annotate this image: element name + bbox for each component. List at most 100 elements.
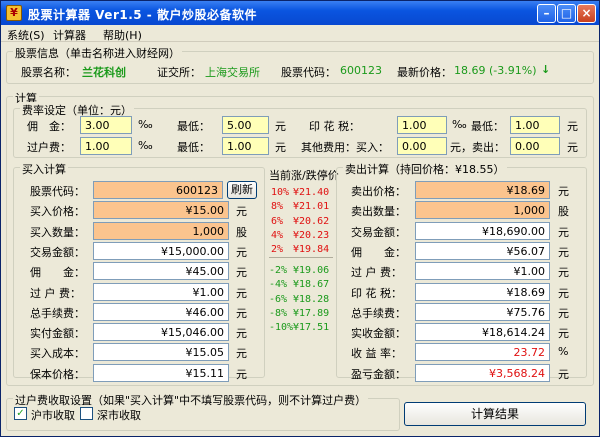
stock-code-value: 600123 [340, 64, 382, 77]
limit-down-price: ¥18.28 [293, 293, 330, 305]
buy-row-label: 实付金额： [30, 327, 85, 341]
buy-input[interactable]: ¥15.00 [93, 201, 229, 220]
stamp-duty-input[interactable]: 1.00 [397, 116, 447, 134]
buy-row-unit: 元 [236, 327, 247, 341]
sell-row-unit: 股 [558, 205, 569, 219]
other-fee-buy-input[interactable]: 0.00 [397, 137, 447, 155]
sell-input[interactable]: 1,000 [415, 201, 550, 220]
sell-value: ¥3,568.24 [415, 363, 550, 382]
sell-row-unit: % [558, 345, 569, 359]
sell-row-label: 收 益 率： [351, 347, 402, 361]
app-icon: ¥ [6, 5, 22, 21]
limit-down-pct: -8% [269, 307, 288, 319]
buy-row-unit: 股 [236, 225, 247, 239]
transfer-fee-label: 过户费： [27, 141, 71, 154]
sell-row-unit: 元 [558, 225, 569, 239]
buy-row-label: 保本价格： [30, 367, 85, 381]
limit-up-pct: 2% [271, 244, 284, 256]
transfer-min-unit: 元 [275, 141, 286, 154]
minimize-button[interactable]: – [537, 4, 556, 23]
limit-divider [269, 257, 333, 258]
sh-market-label: 沪市收取 [31, 409, 75, 422]
buy-value: ¥1.00 [93, 282, 229, 301]
transfer-setting-label: 过户费收取设置（如果"买入计算"中不填写股票代码，则不计算过户费） [13, 392, 369, 408]
exchange-label: 证交所： [157, 66, 201, 79]
sell-row-unit: 元 [558, 266, 569, 280]
stamp-duty-unit: ‰ [452, 118, 467, 131]
other-fee-sell-label: 元，卖出： [450, 141, 505, 154]
stock-name-link[interactable]: 兰花科创 [82, 64, 126, 80]
sell-row-label: 盈亏金额： [351, 367, 406, 381]
buy-row-unit: 元 [236, 245, 247, 259]
limit-down-pct: -10% [269, 322, 294, 334]
latest-price-label: 最新价格： [397, 66, 452, 79]
sz-market-checkbox[interactable] [80, 407, 93, 420]
calculate-button[interactable]: 计算结果 [404, 402, 586, 426]
sell-row-unit: 元 [558, 367, 569, 381]
limit-up-pct: 8% [271, 201, 284, 213]
sell-row-label: 印 花 税： [351, 286, 402, 300]
buy-calc-label: 买入计算 [20, 161, 68, 177]
sell-value: ¥18,614.24 [415, 323, 550, 342]
menu-help[interactable]: 帮助(H) [103, 27, 142, 43]
stamp-min-input[interactable]: 1.00 [510, 116, 560, 134]
limit-up-pct: 6% [271, 215, 284, 227]
other-fee-sell-unit: 元 [567, 141, 578, 154]
limit-up-price: ¥20.23 [293, 229, 330, 241]
sell-value: ¥18,690.00 [415, 221, 550, 240]
limit-up-price: ¥19.84 [293, 244, 330, 256]
buy-value: ¥15,000.00 [93, 241, 229, 260]
limit-down-pct: -4% [269, 279, 288, 291]
limit-down-price: ¥17.51 [293, 322, 330, 334]
stamp-min-label: 最低： [471, 120, 504, 133]
commission-min-input[interactable]: 5.00 [222, 116, 269, 134]
sell-row-label: 过 户 费： [351, 266, 402, 280]
sell-value: ¥56.07 [415, 241, 550, 260]
transfer-fee-unit: ‰ [138, 139, 153, 152]
sell-row-label: 交易金额： [351, 225, 406, 239]
exchange-value: 上海交易所 [205, 66, 260, 79]
limit-down-pct: -6% [269, 293, 288, 305]
refresh-button[interactable]: 刷新 [227, 181, 257, 199]
stamp-duty-label: 印 花 税： [309, 120, 360, 133]
buy-value: ¥15.11 [93, 363, 229, 382]
menu-system[interactable]: 系统(S) [7, 27, 45, 43]
sell-input[interactable]: ¥18.69 [415, 181, 550, 199]
buy-value: ¥46.00 [93, 302, 229, 321]
menu-calculator[interactable]: 计算器 [53, 27, 86, 43]
commission-input[interactable]: 3.00 [80, 116, 132, 134]
buy-row-label: 佣 金： [30, 266, 85, 280]
transfer-min-input[interactable]: 1.00 [222, 137, 269, 155]
stock-name-label: 股票名称： [21, 66, 76, 79]
sell-row-label: 卖出数量： [351, 205, 406, 219]
commission-label: 佣 金： [27, 120, 71, 133]
buy-row-label: 交易金额： [30, 245, 85, 259]
title-bar[interactable]: ¥ 股票计算器 Ver1.5 - 散户炒股必备软件 – □ × [1, 1, 599, 25]
menu-bar: 系统(S) 计算器 帮助(H) [1, 25, 599, 42]
sell-row-label: 佣 金： [351, 245, 406, 259]
limit-down-pct: -2% [269, 265, 288, 276]
sell-calc-label: 卖出计算（持回价格：¥18.55） [343, 161, 507, 177]
transfer-fee-input[interactable]: 1.00 [80, 137, 132, 155]
buy-input[interactable]: 1,000 [93, 221, 229, 240]
window-title: 股票计算器 Ver1.5 - 散户炒股必备软件 [28, 8, 257, 22]
close-button[interactable]: × [577, 4, 596, 23]
commission-min-label: 最低： [177, 120, 210, 133]
sh-market-checkbox[interactable]: ✓ [14, 407, 27, 420]
buy-value: ¥45.00 [93, 262, 229, 281]
limit-up-price: ¥21.40 [293, 187, 330, 198]
other-fee-label: 其他费用：买入： [301, 141, 389, 154]
stock-info-label: 股票信息（单击名称进入财经网） [13, 45, 182, 61]
other-fee-sell-input[interactable]: 0.00 [510, 137, 560, 155]
sell-row-unit: 元 [558, 327, 569, 341]
buy-row-unit: 元 [236, 347, 247, 361]
buy-row-label: 股票代码： [30, 185, 85, 198]
main-window: ¥ 股票计算器 Ver1.5 - 散户炒股必备软件 – □ × 系统(S) 计算… [0, 0, 600, 437]
buy-row-label: 过 户 费： [30, 286, 81, 300]
buy-value: ¥15,046.00 [93, 323, 229, 342]
sell-value: ¥75.76 [415, 302, 550, 321]
limit-up-pct: 4% [271, 229, 284, 241]
buy-row-unit: 元 [236, 306, 247, 320]
buy-input[interactable]: 600123 [93, 181, 223, 199]
maximize-button[interactable]: □ [557, 4, 576, 23]
